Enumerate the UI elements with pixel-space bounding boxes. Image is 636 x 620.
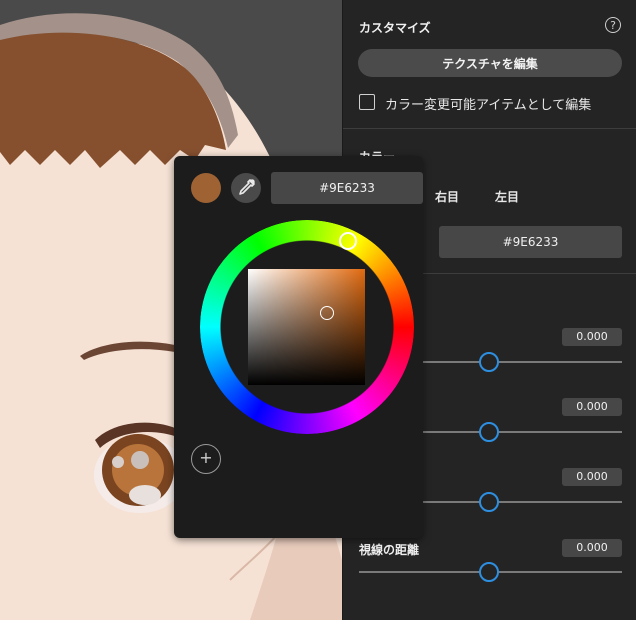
customize-title: カスタマイズ <box>359 21 431 35</box>
plus-icon: + <box>199 448 213 467</box>
eyedropper-icon <box>239 179 255 195</box>
slider-thumb-1[interactable] <box>479 352 499 372</box>
divider <box>343 128 636 129</box>
question-circle-icon[interactable]: ? <box>605 17 621 33</box>
hue-handle[interactable] <box>339 232 357 250</box>
sv-handle[interactable] <box>320 306 334 320</box>
color-hex-field[interactable]: #9E6233 <box>439 226 622 258</box>
picker-hex-input[interactable]: #9E6233 <box>271 172 423 204</box>
gaze-distance-label: 視線の距離 <box>359 543 420 557</box>
tab-left-eye[interactable]: 左目 <box>495 188 519 205</box>
current-color-swatch <box>191 173 221 203</box>
color-editable-checkbox[interactable] <box>359 94 375 110</box>
color-picker-popup: #9E6233 + <box>174 156 423 538</box>
slider-value-3[interactable]: 0.000 <box>562 468 622 486</box>
slider-thumb-4[interactable] <box>479 562 499 582</box>
slider-value-1[interactable]: 0.000 <box>562 328 622 346</box>
slider-value-2[interactable]: 0.000 <box>562 398 622 416</box>
slider-thumb-3[interactable] <box>479 492 499 512</box>
slider-value-4[interactable]: 0.000 <box>562 539 622 557</box>
eyedropper-button[interactable] <box>231 173 261 203</box>
add-color-button[interactable]: + <box>191 444 221 474</box>
saturation-value-square[interactable] <box>248 269 365 385</box>
color-editable-label: カラー変更可能アイテムとして編集 <box>385 98 592 113</box>
slider-thumb-2[interactable] <box>479 422 499 442</box>
tab-right-eye[interactable]: 右目 <box>435 188 459 205</box>
edit-texture-button[interactable]: テクスチャを編集 <box>358 49 622 77</box>
